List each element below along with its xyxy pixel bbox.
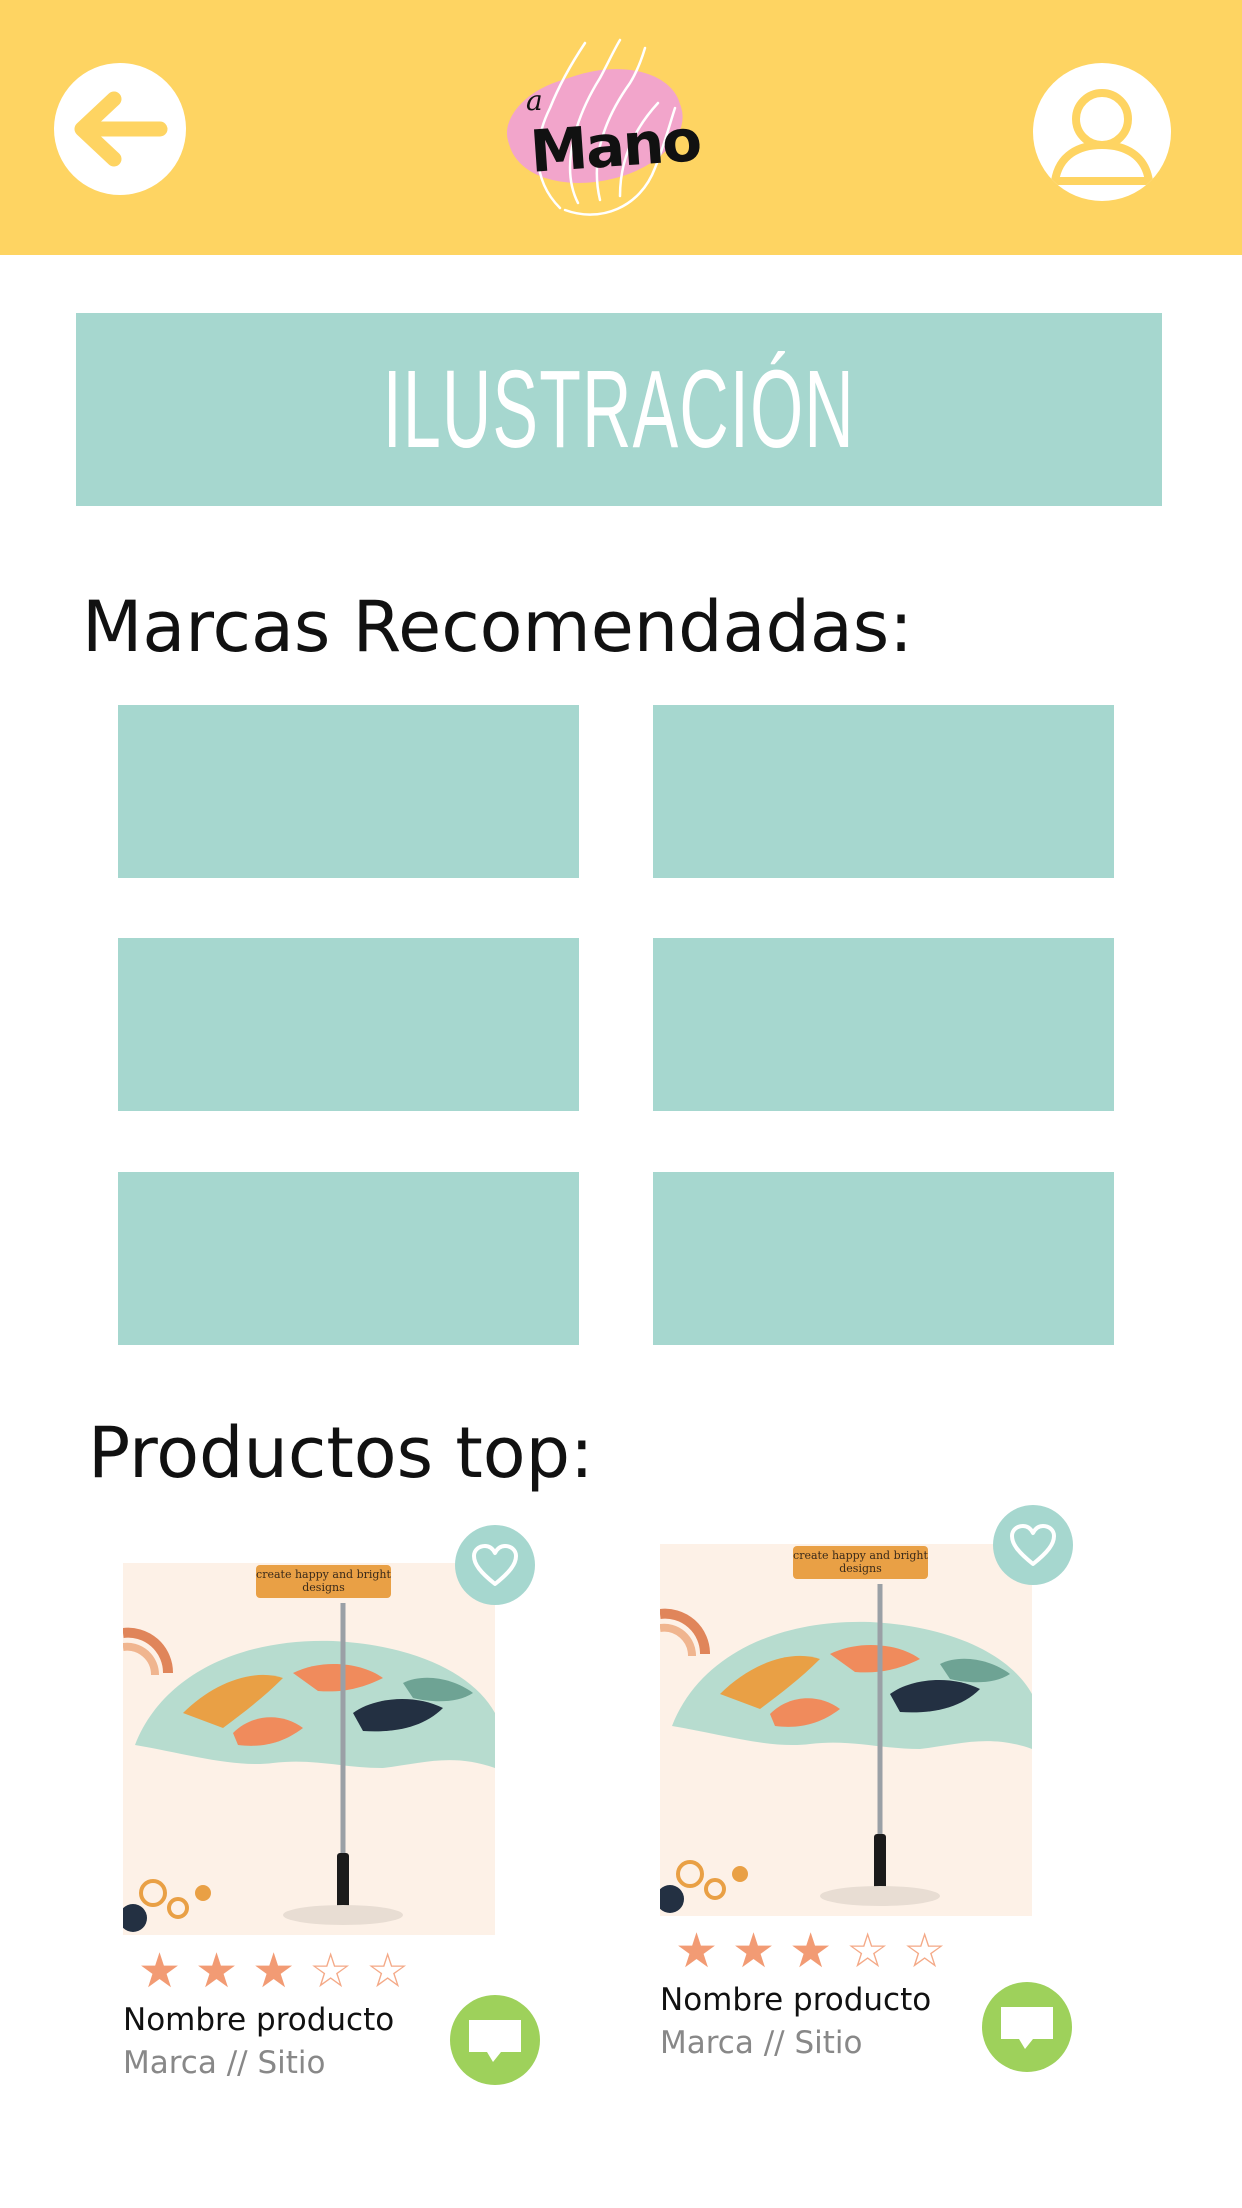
- star-empty-icon: ☆: [366, 1943, 410, 1999]
- logo-small-text: a: [526, 84, 543, 117]
- chat-button[interactable]: [982, 1982, 1072, 2072]
- star-filled-icon: ★: [252, 1943, 296, 1999]
- chat-button[interactable]: [450, 1995, 540, 2085]
- image-tag: create happy and bright designs: [256, 1565, 391, 1598]
- arrow-left-icon: [74, 91, 168, 167]
- star-empty-icon: ☆: [903, 1923, 947, 1979]
- brand-tile[interactable]: [653, 1172, 1114, 1345]
- logo-main-text: Mano: [527, 106, 703, 186]
- umbrella-illustration: [123, 1603, 495, 1932]
- star-filled-icon: ★: [732, 1923, 776, 1979]
- umbrella-illustration: [660, 1584, 1032, 1913]
- brand-tile[interactable]: [653, 938, 1114, 1111]
- brand-tile[interactable]: [653, 705, 1114, 878]
- rating-stars: ★ ★ ★ ☆ ☆: [675, 1927, 946, 1975]
- chat-bubble-icon: [1001, 2007, 1053, 2049]
- product-image[interactable]: create happy and bright designs: [123, 1563, 495, 1935]
- star-filled-icon: ★: [195, 1943, 239, 1999]
- star-filled-icon: ★: [789, 1923, 833, 1979]
- product-name[interactable]: Nombre producto: [660, 1982, 931, 2018]
- product-image[interactable]: create happy and bright designs: [660, 1544, 1032, 1916]
- star-empty-icon: ☆: [846, 1923, 890, 1979]
- app-logo[interactable]: a Mano: [490, 28, 703, 228]
- user-icon: [1051, 89, 1153, 185]
- app-header: a Mano: [0, 0, 1242, 255]
- heart-icon: [472, 1544, 518, 1586]
- category-banner: ILUSTRACIÓN: [76, 313, 1162, 506]
- brand-tile[interactable]: [118, 1172, 579, 1345]
- products-section-title: Productos top:: [88, 1412, 594, 1494]
- product-meta: Marca // Sitio: [123, 2045, 326, 2081]
- brand-tile[interactable]: [118, 705, 579, 878]
- star-empty-icon: ☆: [309, 1943, 353, 1999]
- profile-button[interactable]: [1033, 63, 1171, 201]
- heart-icon: [1010, 1524, 1056, 1566]
- image-tag: create happy and bright designs: [793, 1546, 928, 1579]
- brand-tile[interactable]: [118, 938, 579, 1111]
- favorite-button[interactable]: [455, 1525, 535, 1605]
- product-name[interactable]: Nombre producto: [123, 2002, 394, 2038]
- brands-section-title: Marcas Recomendadas:: [82, 586, 913, 668]
- rating-stars: ★ ★ ★ ☆ ☆: [138, 1947, 409, 1995]
- back-button[interactable]: [54, 63, 186, 195]
- star-filled-icon: ★: [138, 1943, 182, 1999]
- favorite-button[interactable]: [993, 1505, 1073, 1585]
- product-meta: Marca // Sitio: [660, 2025, 863, 2061]
- category-title: ILUSTRACIÓN: [382, 348, 856, 471]
- chat-bubble-icon: [469, 2020, 521, 2062]
- star-filled-icon: ★: [675, 1923, 719, 1979]
